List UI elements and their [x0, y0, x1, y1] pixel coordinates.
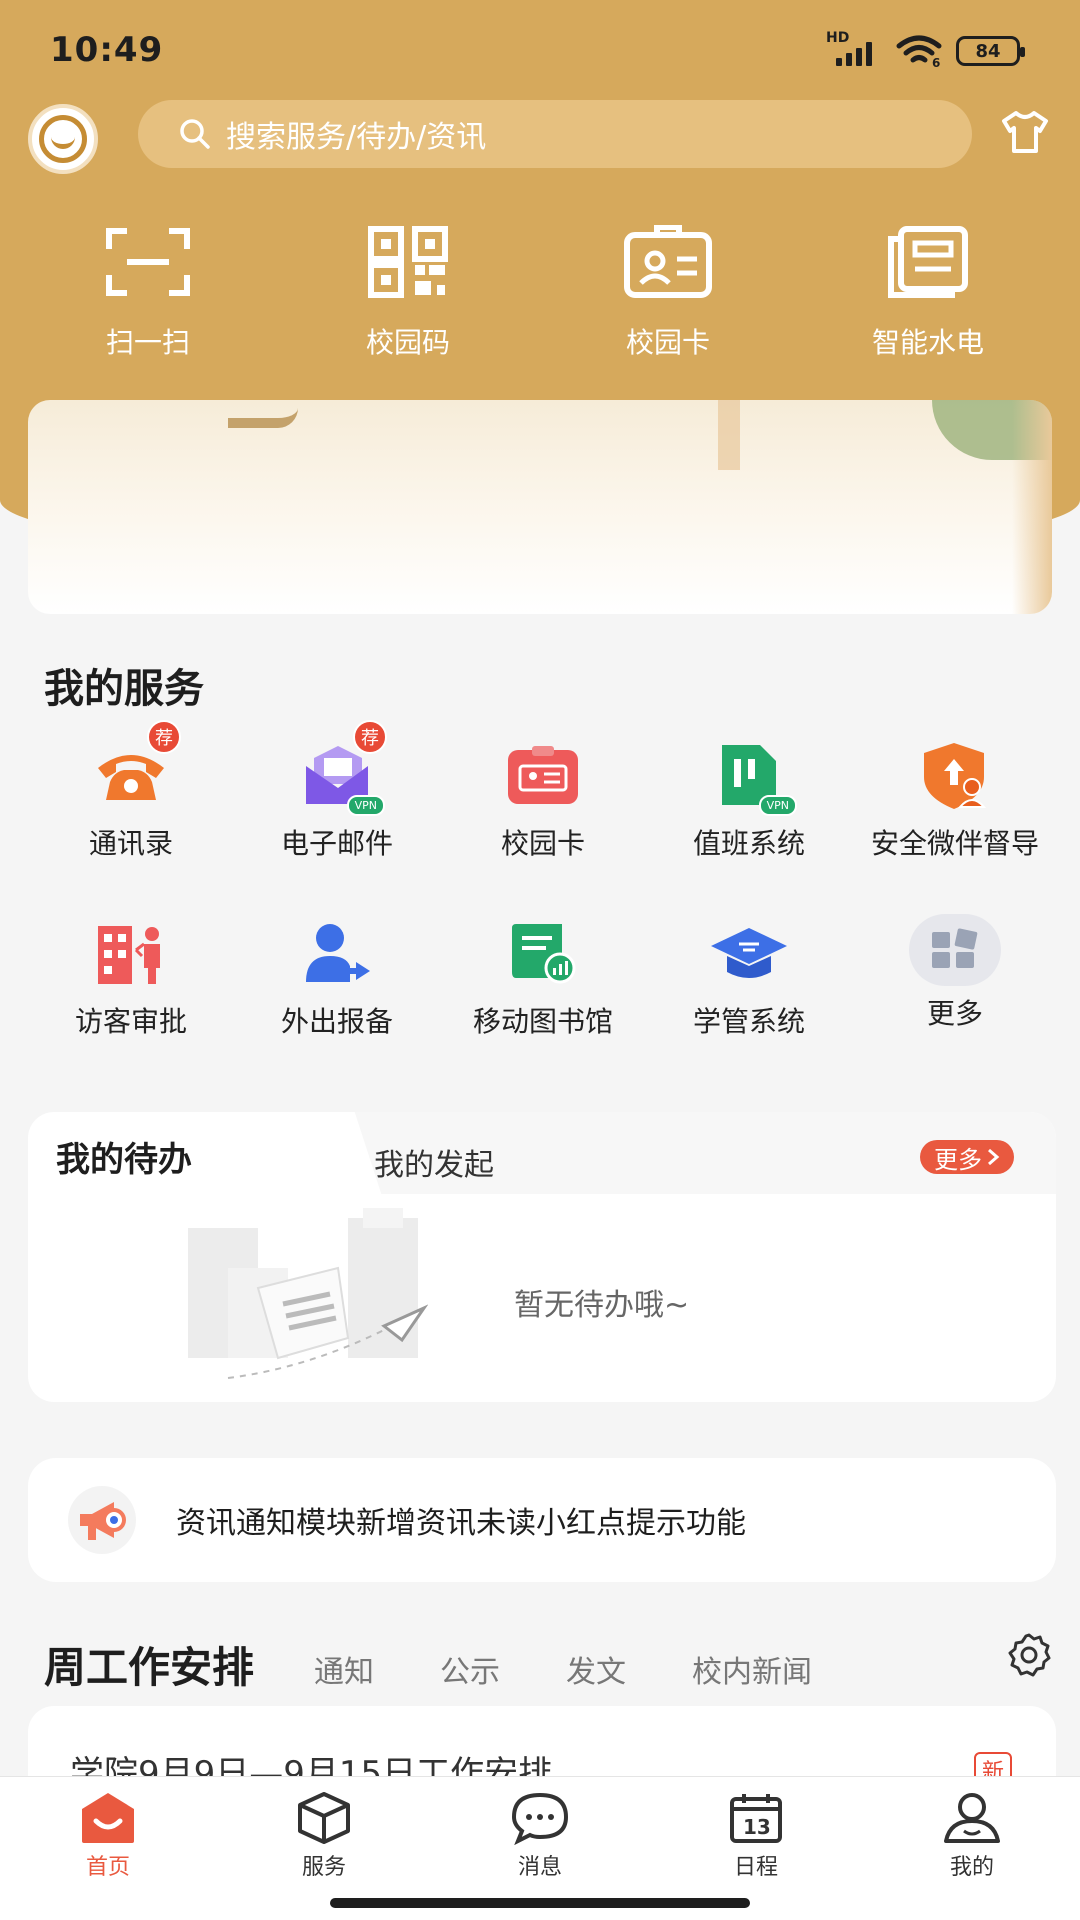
quick-utility-label: 智能水电: [871, 326, 984, 359]
quick-qr-label: 校园码: [365, 326, 450, 359]
status-time: 10:49: [50, 30, 164, 70]
service-label: 移动图书馆: [472, 1005, 613, 1038]
todo-empty-text: 暂无待办哦~: [514, 1288, 690, 1323]
recommend-badge: 荐: [353, 720, 387, 754]
graduation-cap-icon: [711, 928, 787, 978]
message-icon: [511, 1792, 569, 1845]
tab-my-initiated[interactable]: 我的发起: [374, 1140, 494, 1184]
weekly-tabs: 周工作安排 通知 公示 发文 校内新闻: [44, 1634, 1044, 1695]
vpn-badge: VPN: [758, 795, 797, 816]
quick-scan-button[interactable]: 扫一扫: [18, 225, 278, 361]
todo-more-label: 更多: [934, 1145, 982, 1174]
service-label: 值班系统: [692, 827, 805, 860]
todo-tabs: 我的待办 我的发起 更多: [28, 1112, 1056, 1194]
service-email[interactable]: 荐 VPN 电子邮件: [234, 720, 440, 914]
todo-card: 我的待办 我的发起 更多 暂无待办哦~: [28, 1112, 1056, 1402]
search-placeholder: 搜索服务/待办/资讯: [226, 120, 487, 155]
nav-profile[interactable]: 我的: [864, 1777, 1080, 1920]
scan-icon: [106, 228, 190, 296]
notice-text: 资讯通知模块新增资讯未读小红点提示功能: [176, 1506, 746, 1541]
service-duty-system[interactable]: VPN 值班系统: [646, 736, 852, 914]
signal-icon: HD: [826, 30, 882, 66]
service-contacts[interactable]: 荐 通讯录: [28, 720, 234, 914]
megaphone-icon: [68, 1486, 136, 1554]
wifi-icon: 6: [896, 35, 942, 68]
nav-home[interactable]: 首页: [0, 1777, 216, 1920]
app-page: 10:49 HD 6 84 搜索服务/待办/资讯 扫一扫 校园码 校园卡 智能水…: [0, 0, 1080, 1920]
tab-my-todo-label: 我的待办: [56, 1140, 192, 1180]
service-mobile-library[interactable]: 移动图书馆: [440, 914, 646, 1092]
profile-icon: [944, 1793, 1000, 1843]
empty-state-illustration: [188, 1208, 428, 1379]
service-label: 更多: [926, 997, 983, 1030]
nav-messages-label: 消息: [517, 1855, 562, 1880]
mobile-library-icon: [512, 924, 576, 984]
quick-utility-button[interactable]: 智能水电: [798, 225, 1058, 361]
quick-card-label: 校园卡: [625, 326, 710, 359]
service-label: 通讯录: [88, 827, 173, 860]
chevron-right-icon: [988, 1148, 1000, 1166]
service-label: 校园卡: [500, 827, 585, 860]
weekly-title[interactable]: 周工作安排: [44, 1634, 254, 1695]
document-list-icon: [888, 226, 968, 298]
qr-code-icon: [368, 226, 448, 298]
gear-icon[interactable]: [1006, 1632, 1052, 1678]
tab-my-todo[interactable]: 我的待办: [28, 1112, 328, 1194]
notice-banner[interactable]: 资讯通知模块新增资讯未读小红点提示功能: [28, 1458, 1056, 1582]
quick-scan-label: 扫一扫: [105, 326, 190, 359]
more-grid-icon: [932, 928, 978, 968]
service-label: 电子邮件: [280, 827, 393, 860]
service-label: 访客审批: [74, 1005, 187, 1038]
box-icon: [298, 1792, 350, 1844]
status-bar: 10:49 HD 6 84: [0, 0, 1080, 100]
visitor-approval-icon: [98, 926, 160, 984]
search-bar[interactable]: 搜索服务/待办/资讯: [138, 100, 972, 168]
home-icon: [82, 1793, 134, 1843]
nav-profile-label: 我的: [949, 1855, 994, 1880]
svg-text:6: 6: [932, 56, 940, 68]
recommend-badge: 荐: [147, 720, 181, 754]
service-outing-report[interactable]: 外出报备: [234, 914, 440, 1092]
services-grid: 荐 通讯录 荐 VPN 电子邮件 校园卡 VPN 值班系统 安全微伴督导 访客审…: [28, 720, 1052, 1092]
service-more[interactable]: 更多: [852, 914, 1058, 1092]
id-card-icon: [624, 225, 712, 298]
calendar-icon: 13: [730, 1794, 782, 1843]
quick-actions: 扫一扫 校园码 校园卡 智能水电: [0, 225, 1080, 361]
campus-card-icon: [508, 746, 578, 804]
service-campus-card[interactable]: 校园卡: [440, 736, 646, 914]
tab-public[interactable]: 公示: [440, 1647, 500, 1691]
todo-more-button[interactable]: 更多: [920, 1140, 1014, 1174]
service-student-management[interactable]: 学管系统: [646, 914, 852, 1092]
nav-schedule-label: 日程: [733, 1855, 778, 1880]
battery-indicator: 84: [956, 36, 1025, 66]
quick-qr-button[interactable]: 校园码: [278, 225, 538, 361]
quick-card-button[interactable]: 校园卡: [538, 225, 798, 361]
outing-report-icon: [306, 924, 370, 982]
security-shield-icon: [924, 743, 987, 809]
service-label: 学管系统: [692, 1005, 805, 1038]
banner-carousel[interactable]: [28, 400, 1052, 614]
services-title: 我的服务: [44, 666, 204, 712]
search-icon: [180, 119, 210, 149]
nav-home-label: 首页: [85, 1855, 130, 1880]
tab-notice[interactable]: 通知: [314, 1647, 374, 1691]
home-indicator: [330, 1898, 750, 1908]
tab-campus-news[interactable]: 校内新闻: [692, 1647, 812, 1691]
service-visitor-approval[interactable]: 访客审批: [28, 914, 234, 1092]
service-label: 外出报备: [280, 1005, 393, 1038]
nav-services-label: 服务: [301, 1855, 346, 1880]
phone-icon: [98, 755, 164, 800]
school-logo[interactable]: [28, 104, 98, 174]
service-label: 安全微伴督导: [870, 827, 1039, 860]
vpn-badge: VPN: [346, 795, 385, 816]
status-icons: HD 6 84: [826, 30, 1025, 68]
svg-text:13: 13: [743, 1815, 771, 1839]
tab-document[interactable]: 发文: [566, 1647, 626, 1691]
skin-shirt-icon[interactable]: [1000, 110, 1050, 154]
service-security-supervision[interactable]: 安全微伴督导: [852, 736, 1058, 914]
